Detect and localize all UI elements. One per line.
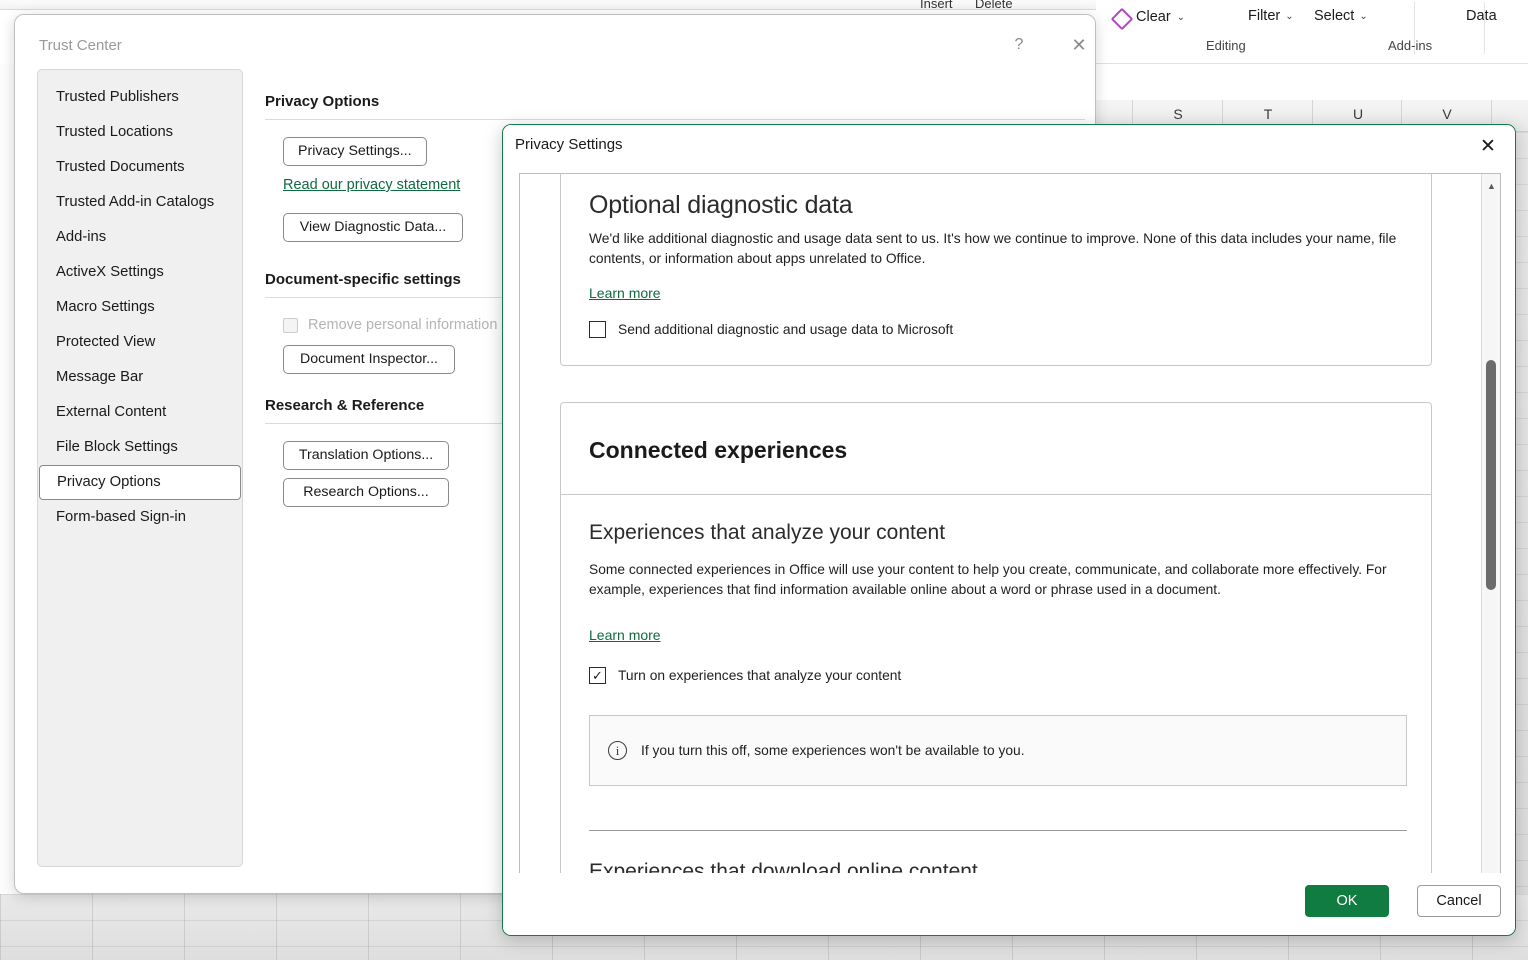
view-diagnostic-data-button[interactable]: View Diagnostic Data... <box>283 213 463 242</box>
clear-label: Clear <box>1136 9 1171 25</box>
privacy-settings-dialog: Privacy Settings ✕ Optional diagnostic d… <box>502 124 1516 936</box>
filter-label: Filter <box>1248 8 1281 24</box>
scroll-up-arrow-icon[interactable]: ▲ <box>1482 176 1500 195</box>
trust-center-sidebar: Trusted Publishers Trusted Locations Tru… <box>37 69 243 867</box>
send-diagnostic-data-label: Send additional diagnostic and usage dat… <box>618 322 954 337</box>
chevron-down-icon: ⌄ <box>1285 10 1294 22</box>
connected-experiences-card: Connected experiences Experiences that a… <box>560 402 1432 889</box>
optional-diagnostic-body: We'd like additional diagnostic and usag… <box>589 231 1397 266</box>
connected-experiences-heading: Connected experiences <box>589 437 848 463</box>
scrollbar-thumb[interactable] <box>1486 360 1496 590</box>
chevron-down-icon: ⌄ <box>1359 10 1368 22</box>
analyze-content-body: Some connected experiences in Office wil… <box>589 562 1387 597</box>
optional-diagnostic-data-card: Optional diagnostic data We'd like addit… <box>560 174 1432 366</box>
editing-group-label: Editing <box>1206 38 1246 53</box>
column-header-u[interactable]: U <box>1338 106 1378 122</box>
privacy-statement-link[interactable]: Read our privacy statement <box>283 177 460 193</box>
chevron-down-icon: ⌄ <box>1176 11 1186 23</box>
sidebar-item-trusted-addin-catalogs[interactable]: Trusted Add-in Catalogs <box>38 185 242 220</box>
privacy-settings-footer: OK Cancel <box>503 873 1515 935</box>
privacy-settings-title: Privacy Settings <box>515 136 623 153</box>
privacy-settings-scrollbar[interactable]: ▲ ▼ <box>1481 174 1500 889</box>
sidebar-item-form-based-signin[interactable]: Form-based Sign-in <box>38 500 242 535</box>
info-icon: i <box>608 741 627 760</box>
section-divider <box>265 119 1085 120</box>
filter-button[interactable]: Filter ⌄ <box>1248 8 1294 24</box>
sidebar-item-trusted-locations[interactable]: Trusted Locations <box>38 115 242 150</box>
ribbon-bottom-line <box>1096 63 1528 64</box>
clear-button[interactable]: Clear ⌄ <box>1112 8 1185 26</box>
research-options-button[interactable]: Research Options... <box>283 478 449 507</box>
sidebar-item-file-block-settings[interactable]: File Block Settings <box>38 430 242 465</box>
sidebar-item-external-content[interactable]: External Content <box>38 395 242 430</box>
sidebar-item-message-bar[interactable]: Message Bar <box>38 360 242 395</box>
subsection-divider <box>589 830 1407 831</box>
remove-personal-information-checkbox <box>283 317 298 333</box>
privacy-settings-scroll-area: Optional diagnostic data We'd like addit… <box>519 173 1501 890</box>
column-header-s[interactable]: S <box>1158 106 1198 122</box>
privacy-settings-button[interactable]: Privacy Settings... <box>283 137 427 166</box>
remove-personal-information-row: Remove personal information <box>283 317 497 333</box>
sidebar-item-activex-settings[interactable]: ActiveX Settings <box>38 255 242 290</box>
help-icon[interactable]: ? <box>1003 31 1035 59</box>
trust-center-titlebar: Trust Center ? ✕ <box>15 15 1095 61</box>
analyze-content-heading: Experiences that analyze your content <box>589 521 946 544</box>
ribbon-insert-label: Insert <box>920 0 953 10</box>
turn-on-analyze-content-row[interactable]: ✓ Turn on experiences that analyze your … <box>589 667 901 684</box>
sidebar-item-privacy-options[interactable]: Privacy Options <box>39 465 241 500</box>
document-inspector-button[interactable]: Document Inspector... <box>283 345 455 374</box>
addins-group-label: Add-ins <box>1388 38 1433 53</box>
sidebar-item-macro-settings[interactable]: Macro Settings <box>38 290 242 325</box>
sidebar-item-add-ins[interactable]: Add-ins <box>38 220 242 255</box>
sidebar-item-trusted-documents[interactable]: Trusted Documents <box>38 150 242 185</box>
close-icon[interactable]: ✕ <box>1063 31 1095 59</box>
column-header-v[interactable]: V <box>1427 106 1467 122</box>
privacy-settings-content: Optional diagnostic data We'd like addit… <box>520 174 1468 889</box>
ribbon-right-section: Clear ⌄ Filter ⌄ Select ⌄ Data Editing A… <box>1096 0 1528 100</box>
analyze-content-info-text: If you turn this off, some experiences w… <box>641 743 1025 758</box>
sidebar-item-protected-view[interactable]: Protected View <box>38 325 242 360</box>
cancel-button[interactable]: Cancel <box>1417 885 1501 917</box>
privacy-settings-titlebar: Privacy Settings ✕ <box>503 125 1515 167</box>
send-diagnostic-data-checkbox[interactable] <box>589 321 606 338</box>
eraser-icon <box>1112 8 1130 26</box>
turn-on-analyze-content-checkbox[interactable]: ✓ <box>589 667 606 684</box>
remove-personal-information-label: Remove personal information <box>308 317 498 333</box>
analyze-content-learn-more-link[interactable]: Learn more <box>589 627 661 643</box>
column-header-t[interactable]: T <box>1248 106 1288 122</box>
sidebar-item-trusted-publishers[interactable]: Trusted Publishers <box>38 80 242 115</box>
select-button[interactable]: Select ⌄ <box>1314 8 1368 24</box>
optional-diagnostic-learn-more-link[interactable]: Learn more <box>589 285 661 301</box>
optional-diagnostic-heading: Optional diagnostic data <box>589 191 853 219</box>
trust-center-title: Trust Center <box>39 37 122 54</box>
card-divider <box>561 494 1431 495</box>
privacy-options-heading: Privacy Options <box>265 93 380 110</box>
ribbon-divider <box>1484 2 1485 54</box>
ok-button[interactable]: OK <box>1305 885 1389 917</box>
data-button[interactable]: Data <box>1466 8 1497 24</box>
analyze-content-info-box: i If you turn this off, some experiences… <box>589 715 1407 786</box>
ribbon-delete-label: Delete <box>975 0 1013 10</box>
send-diagnostic-data-row[interactable]: Send additional diagnostic and usage dat… <box>589 321 953 338</box>
turn-on-analyze-content-label: Turn on experiences that analyze your co… <box>618 668 902 683</box>
select-label: Select <box>1314 8 1355 24</box>
close-icon[interactable]: ✕ <box>1471 130 1505 162</box>
translation-options-button[interactable]: Translation Options... <box>283 441 449 470</box>
